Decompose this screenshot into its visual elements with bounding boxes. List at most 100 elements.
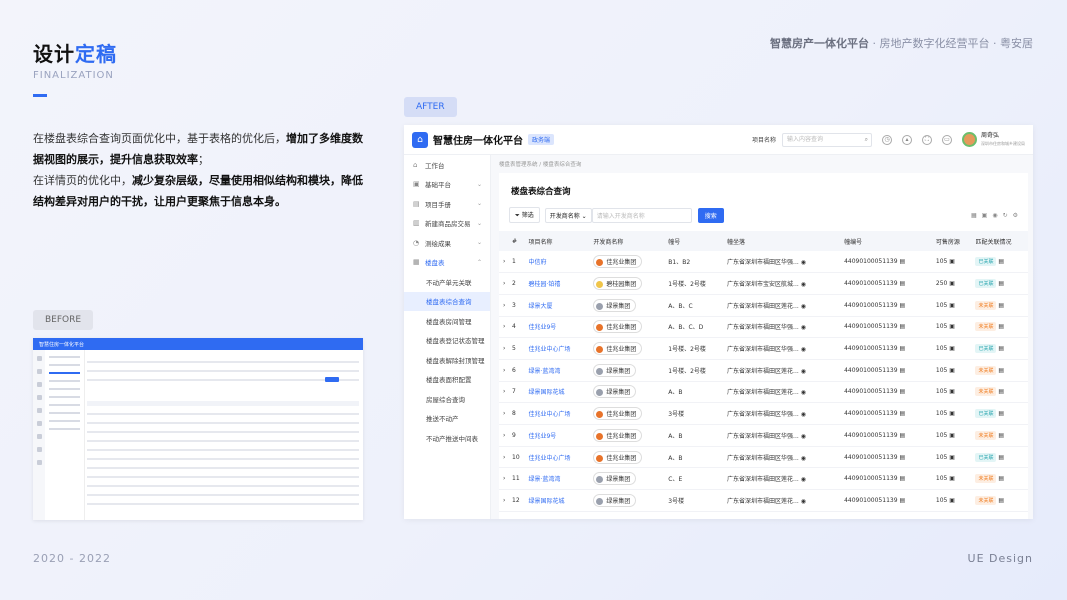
table-row[interactable]: › 10 佳兆业中心广场 佳兆业集团 A、B 广东省深圳市福田区华强... ◉ 440901…: [499, 446, 1028, 469]
avatar[interactable]: [962, 132, 977, 147]
location-pin-icon[interactable]: ◉: [799, 433, 806, 440]
copy-icon[interactable]: ▤: [898, 410, 905, 417]
filter-select[interactable]: 开发商名称 ⌄: [544, 207, 592, 223]
submenu-item[interactable]: 房屋综合查询: [404, 389, 490, 409]
copy-icon[interactable]: ▤: [898, 280, 905, 287]
grid-view-icon[interactable]: ▦: [971, 212, 977, 219]
copy-icon[interactable]: ▤: [898, 432, 905, 439]
detail-icon[interactable]: ▣: [947, 302, 955, 309]
table-row[interactable]: › 5 佳兆业中心广场 佳兆业集团 1号楼、2号楼 广东省深圳市福田区华强... ◉ 440…: [499, 337, 1028, 360]
detail-icon[interactable]: ▣: [947, 497, 955, 504]
screen-icon[interactable]: ▭: [942, 134, 952, 145]
edit-icon[interactable]: ▤: [996, 258, 1004, 265]
search-button[interactable]: 搜索: [697, 207, 724, 223]
detail-icon[interactable]: ▣: [947, 454, 955, 461]
submenu-item[interactable]: 楼盘表登记状态管理: [404, 331, 490, 351]
location-pin-icon[interactable]: ◉: [799, 476, 806, 483]
expand-icon[interactable]: ›: [499, 467, 509, 491]
project-name[interactable]: 佳兆业中心广场: [524, 446, 590, 469]
location-pin-icon[interactable]: ◉: [799, 303, 806, 310]
submenu-item[interactable]: 不动产推送中间表: [404, 428, 490, 448]
table-row[interactable]: › 7 绿景国际花城 绿景集团 A、B 广东省深圳市福田区莲花... ◉ 440901000…: [499, 381, 1028, 404]
sidebar-item[interactable]: ⌂ 工作台: [404, 155, 490, 175]
project-name[interactable]: 碧桂园·铂禧: [524, 272, 590, 295]
edit-icon[interactable]: ▤: [996, 323, 1004, 330]
submenu-item[interactable]: 楼盘表面积配置: [404, 370, 490, 390]
expand-icon[interactable]: ›: [499, 251, 509, 274]
edit-icon[interactable]: ▤: [996, 475, 1004, 482]
project-name[interactable]: 绿景国际花城: [524, 381, 590, 404]
edit-icon[interactable]: ▤: [996, 388, 1004, 395]
copy-icon[interactable]: ▤: [898, 302, 905, 309]
expand-icon[interactable]: ›: [499, 359, 509, 382]
detail-icon[interactable]: ▣: [947, 367, 955, 374]
expand-icon[interactable]: ›: [499, 424, 509, 447]
detail-icon[interactable]: ▣: [947, 258, 955, 265]
project-name[interactable]: 佳兆业中心广场: [524, 402, 590, 425]
table-row[interactable]: › 6 绿景·蓝湾湾 绿景集团 1号楼、2号楼 广东省深圳市福田区莲花... ◉ 44090…: [499, 359, 1028, 382]
copy-icon[interactable]: ▤: [898, 323, 905, 330]
refresh-icon[interactable]: ↻: [1003, 212, 1008, 219]
copy-icon[interactable]: ▤: [898, 367, 905, 374]
location-pin-icon[interactable]: ◉: [799, 281, 806, 288]
table-row[interactable]: › 12 绿景国际花城 绿景集团 3号楼 广东省深圳市福田区莲花... ◉ 44090100…: [499, 489, 1028, 512]
submenu-item[interactable]: 推送不动产: [404, 409, 490, 429]
detail-icon[interactable]: ▣: [947, 280, 955, 287]
expand-icon[interactable]: ›: [499, 337, 509, 360]
submenu-item[interactable]: 不动产单元关联: [404, 272, 490, 292]
expand-icon[interactable]: ›: [499, 489, 509, 512]
card-view-icon[interactable]: ▣: [982, 212, 988, 219]
submenu-item[interactable]: 楼盘表综合查询: [404, 291, 490, 311]
edit-icon[interactable]: ▤: [996, 410, 1004, 417]
expand-icon[interactable]: ›: [499, 316, 509, 339]
submenu-item[interactable]: 楼盘表房间管理: [404, 311, 490, 331]
location-icon[interactable]: ◉: [992, 212, 997, 219]
copy-icon[interactable]: ▤: [898, 497, 905, 504]
expand-icon[interactable]: ›: [499, 402, 509, 425]
table-row[interactable]: › 4 佳兆业9号 佳兆业集团 A、B、C、D 广东省深圳市福田区华强... ◉ 44090…: [499, 316, 1028, 339]
submenu-item[interactable]: 楼盘表解除封顶管理: [404, 350, 490, 370]
table-row[interactable]: › 2 碧桂园·铂禧 碧桂园集团 1号楼、2号楼 广东省深圳市宝安区航城... ◉ 4409…: [499, 272, 1028, 295]
lock-icon[interactable]: ▴: [902, 134, 912, 145]
expand-icon[interactable]: ›: [499, 381, 509, 404]
filter-button[interactable]: ⏷ 筛选: [509, 207, 540, 223]
table-row[interactable]: › 11 绿景·蓝湾湾 绿景集团 C、E 广东省深圳市福田区莲花... ◉ 44090100…: [499, 467, 1028, 491]
edit-icon[interactable]: ▤: [996, 280, 1004, 287]
edit-icon[interactable]: ▤: [996, 497, 1004, 504]
location-pin-icon[interactable]: ◉: [799, 389, 806, 396]
project-name[interactable]: 佳兆业9号: [524, 316, 590, 339]
copy-icon[interactable]: ▤: [898, 454, 905, 461]
project-name[interactable]: 绿景国际花城: [524, 489, 590, 512]
sidebar-item[interactable]: ▤ 项目手册 ⌄: [404, 194, 490, 214]
detail-icon[interactable]: ▣: [947, 323, 955, 330]
detail-icon[interactable]: ▣: [947, 475, 955, 482]
copy-icon[interactable]: ▤: [898, 388, 905, 395]
location-pin-icon[interactable]: ◉: [799, 324, 806, 331]
project-name[interactable]: 佳兆业9号: [524, 424, 590, 447]
table-row[interactable]: › 9 佳兆业9号 佳兆业集团 A、B 广东省深圳市福田区华强... ◉ 440901000…: [499, 424, 1028, 447]
edit-icon[interactable]: ▤: [996, 432, 1004, 439]
location-pin-icon[interactable]: ◉: [799, 368, 806, 375]
user-info[interactable]: 周奇弘 深圳市住房和城乡建设局: [981, 132, 1025, 148]
location-pin-icon[interactable]: ◉: [799, 259, 806, 266]
location-pin-icon[interactable]: ◉: [799, 346, 806, 353]
expand-icon[interactable]: ›: [499, 272, 509, 295]
project-name[interactable]: 绿景·蓝湾湾: [524, 359, 590, 382]
expand-icon[interactable]: ›: [499, 294, 509, 317]
location-pin-icon[interactable]: ◉: [799, 455, 806, 462]
search-input[interactable]: 输入内容查询 ⌕: [782, 132, 872, 147]
project-name[interactable]: 佳兆业中心广场: [524, 337, 590, 360]
detail-icon[interactable]: ▣: [947, 410, 955, 417]
table-row[interactable]: › 8 佳兆业中心广场 佳兆业集团 3号楼 广东省深圳市福田区华强... ◉ 4409010…: [499, 402, 1028, 425]
detail-icon[interactable]: ▣: [947, 345, 955, 352]
project-name[interactable]: 绿景大厦: [524, 294, 590, 317]
edit-icon[interactable]: ▤: [996, 302, 1004, 309]
copy-icon[interactable]: ▤: [898, 258, 905, 265]
project-name[interactable]: 绿景·蓝湾湾: [524, 467, 590, 491]
detail-icon[interactable]: ▣: [947, 388, 955, 395]
sidebar-item[interactable]: ▦ 楼盘表 ⌃: [404, 253, 490, 273]
table-row[interactable]: › 1 中信府 佳兆业集团 B1、B2 广东省深圳市福田区华强... ◉ 440901000…: [499, 251, 1028, 274]
sidebar-item[interactable]: ◔ 测绘成果 ⌄: [404, 233, 490, 253]
project-name[interactable]: 中信府: [524, 251, 590, 274]
filter-input[interactable]: 请输入开发商名称: [591, 207, 692, 223]
